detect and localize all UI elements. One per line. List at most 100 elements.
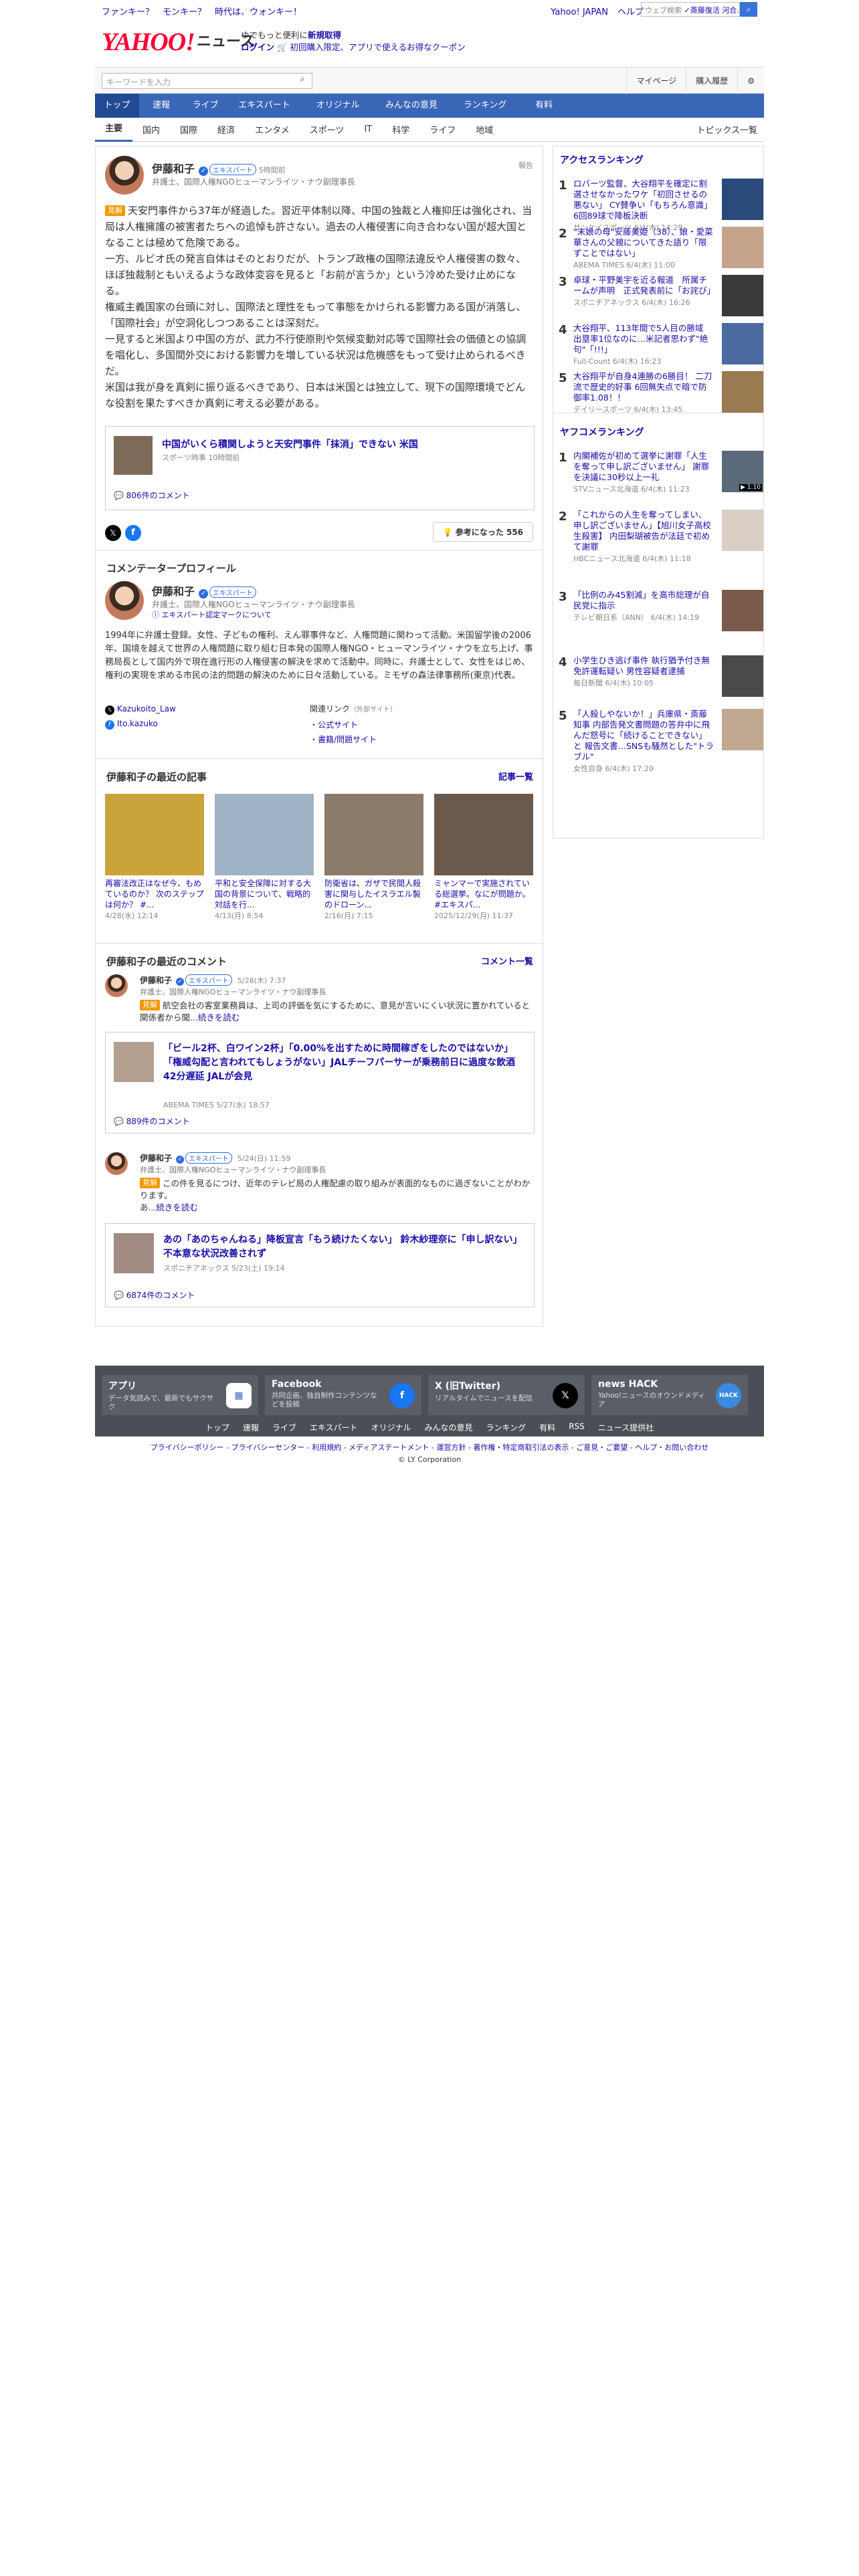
tab-paid[interactable]: 有料 — [522, 94, 566, 118]
linked-article[interactable]: 中国がいくら積関しようと天安門事件「抹消」できない 米国 スポーツ時事 10時間… — [105, 426, 535, 510]
comment-author[interactable]: 伊藤和子 — [140, 1154, 172, 1163]
footer-newshack-link[interactable]: news HACK Yahoo!ニュースのオウンドメディア HACK — [591, 1375, 748, 1415]
footer-app-link[interactable]: アプリ データ気読みで、最新でもサクサク ▦ — [102, 1375, 258, 1415]
subnav-world[interactable]: 国際 — [170, 123, 207, 136]
helpful-button[interactable]: 💡 参考になった 556 — [432, 522, 533, 542]
recent-article-title[interactable]: ミャンマーで実施されている総選挙。なにが問題か。 #エキスパ... — [434, 878, 533, 910]
help-link[interactable]: ヘルプ — [617, 7, 644, 17]
topics-list-link[interactable]: トピックス一覧 — [696, 123, 757, 136]
subnav-local[interactable]: 地域 — [466, 123, 503, 136]
official-site-link[interactable]: 公式サイト — [318, 720, 358, 730]
recent-article-title[interactable]: 平和と安全保障に対する大国の背景について、戦略的対話を行... — [215, 878, 314, 910]
ranking-item[interactable]: 3 卓球・平野美宇を近る報道 所属チームが声明 正式発表前に「お詫び」 スポニチアネ… — [553, 270, 763, 318]
footer-link[interactable]: エキスパート — [310, 1422, 358, 1433]
tab-opinions[interactable]: みんなの意見 — [375, 94, 448, 118]
mypage-link[interactable]: マイページ — [626, 68, 686, 94]
comment-count-link[interactable]: 💬 6874件のコメント — [114, 1289, 195, 1301]
subnav-main[interactable]: 主要 — [95, 118, 133, 142]
signup-link[interactable]: 新規取得 — [308, 30, 341, 40]
ranking-item[interactable]: 2 "末娘の母"安藤美姫（38）、娘・愛菜華さんの父親についてきた語り「限ずことで… — [553, 221, 763, 270]
author-name[interactable]: 伊藤和子 — [152, 163, 195, 175]
subnav-life[interactable]: ライフ — [419, 123, 466, 136]
profile-role: 弁護士、国際人権NGOヒューマンライツ・ナウ副理事長 — [152, 600, 355, 609]
ranking-item[interactable]: 5 「人殺しやないか！」兵庫県・斎藤知事 内部告発文書問題の答弁中に飛んだ怒号に「… — [553, 704, 763, 777]
tab-breaking[interactable]: 速報 — [139, 94, 183, 118]
recent-article-card[interactable]: 防衛省は、ガザで民間人殺害に関与したイスラエル製のドローン... 2/16(月) … — [324, 794, 423, 921]
footer-link[interactable]: 速報 — [243, 1422, 259, 1433]
recent-articles-heading: 伊藤和子の最近の記事 — [106, 771, 207, 783]
comment-list-link[interactable]: コメント一覧 — [481, 954, 533, 967]
footer-facebook-link[interactable]: Facebook 共同企画、独自制作コンテンツなどを投稿 f — [265, 1375, 421, 1415]
subnav-sports[interactable]: スポーツ — [300, 123, 355, 136]
recent-article-title[interactable]: 再審法改正はなぜ今、もめているのか？ 次のステップは何か？ #... — [105, 878, 204, 910]
comment-author[interactable]: 伊藤和子 — [140, 976, 172, 985]
footer-link[interactable]: ライブ — [272, 1422, 296, 1433]
ranking-item[interactable]: 4 小学生ひき逃げ事件 執行猶予付き無免許運転疑い 男性容疑者逮捕 毎日新聞 6/4… — [553, 650, 763, 704]
gear-icon[interactable]: ⚙ — [737, 68, 764, 94]
tab-original[interactable]: オリジナル — [301, 94, 375, 118]
facebook-profile-link[interactable]: f Ito.kazuko — [105, 716, 176, 731]
footer-link[interactable]: オリジナル — [371, 1422, 411, 1433]
search-icon[interactable]: ⌕ — [294, 74, 310, 88]
x-profile-link[interactable]: 𝕏 Kazukoito_Law — [105, 702, 176, 716]
subnav-entertainment[interactable]: エンタメ — [245, 123, 300, 136]
x-share-icon[interactable]: 𝕏 — [105, 525, 121, 541]
footer-link[interactable]: トップ — [205, 1422, 229, 1433]
read-more-link[interactable]: 続きを読む — [198, 1012, 240, 1023]
subnav-economy[interactable]: 経済 — [207, 123, 245, 136]
ranking-item[interactable]: 2 「これからの人生を奪ってしまい、申し訳ございません」【旭川女子高校生殺害】 内… — [553, 504, 763, 584]
footer-x-link[interactable]: X (旧Twitter) リアルタイムでニュースを配信 𝕏 — [428, 1375, 585, 1415]
comment-date: 5/24(日) 11:59 — [237, 1154, 291, 1163]
ranking-item[interactable]: 1 内閣補佐が初めて選挙に謝罪「人生を奪って申し訳ございません」 謝罪を決議に30… — [553, 445, 763, 504]
linked-article-title[interactable]: 中国がいくら積関しようと天安門事件「抹消」できない 米国 — [162, 437, 418, 451]
yahoo-news-logo[interactable]: YAHOO! ニュース — [102, 27, 255, 57]
subnav-science[interactable]: 科学 — [382, 123, 419, 136]
web-search-button[interactable]: ⌕ — [740, 2, 757, 17]
tab-ranking[interactable]: ランキング — [448, 94, 522, 118]
books-site-link[interactable]: 書籍/問題サイト — [318, 735, 377, 744]
footer-link[interactable]: ニュース提供社 — [598, 1422, 654, 1433]
recent-article-card[interactable]: ミャンマーで実施されている総選挙。なにが問題か。 #エキスパ... 2025/12… — [434, 794, 533, 921]
comment-article-box[interactable]: 「ビール2杯、白ワイン2杯」「0.00%を出すために時間稼ぎをしたのではないか」… — [105, 1032, 535, 1134]
yahoo-japan-link[interactable]: Yahoo! JAPAN — [551, 7, 608, 17]
profile-avatar[interactable] — [105, 581, 144, 620]
footer-link[interactable]: みんなの意見 — [425, 1422, 473, 1433]
ranking-item[interactable]: 5 大谷翔平が自身4連勝の6勝目！ 二刀流で歴史的好事 6回無失点で暗で防御率1.… — [553, 366, 763, 414]
verified-icon: ✓ — [199, 167, 209, 176]
comment-article-title[interactable]: 「ビール2杯、白ワイン2杯」「0.00%を出すために時間稼ぎをしたのではないか」… — [163, 1042, 524, 1084]
ranking-item[interactable]: 3 「比例のみ45割減」を高市総理が自民党に指示 テレビ朝日系（ANN） 6/4(木… — [553, 584, 763, 650]
tab-live[interactable]: ライブ — [183, 94, 227, 118]
expert-mark-link[interactable]: ⓘ エキスパート認定マークについて — [152, 609, 272, 620]
report-link[interactable]: 報告 — [518, 160, 533, 171]
comment-count-link[interactable]: 💬 889件のコメント — [114, 1115, 190, 1127]
subnav-domestic[interactable]: 国内 — [132, 123, 170, 136]
recent-article-card[interactable]: 再審法改正はなぜ今、もめているのか？ 次のステップは何か？ #... 4/28(水… — [105, 794, 204, 921]
ranking-item[interactable]: 4 大谷翔平、113年間で5人目の勝域 出塁率1位なのに…米記者思わず"絶句"「!… — [553, 318, 763, 366]
ranking-item[interactable]: 1 ロバーツ監督、大谷翔平を確定に割選させなかったワケ「初回させるの悪ない」 CY… — [553, 173, 763, 232]
tab-top[interactable]: トップ — [95, 94, 139, 118]
keyword-input[interactable]: キーワードを入力 ⌕ — [102, 73, 312, 89]
footer-link[interactable]: 有料 — [539, 1422, 555, 1433]
login-link[interactable]: ログイン — [241, 42, 274, 52]
comment-article-box[interactable]: あの「あのちゃんねる」降板宣言「もう続けたくない」 鈴木紗理奈に「申し訳ない」不… — [105, 1223, 535, 1307]
coupon-link[interactable]: 🛒 初回購入限定、アプリで使えるお得なクーポン — [277, 42, 466, 52]
recent-article-card[interactable]: 平和と安全保障に対する大国の背景について、戦略的対話を行... 4/13(月) 8… — [215, 794, 314, 921]
recent-article-title[interactable]: 防衛省は、ガザで民間人殺害に関与したイスラエル製のドローン... — [324, 878, 423, 910]
promo-link[interactable]: ファンキー？ モンキー？ 時代は、ウォンキー！ — [102, 5, 302, 17]
tab-expert[interactable]: エキスパート — [227, 94, 301, 118]
profile-name[interactable]: 伊藤和子 — [152, 585, 195, 598]
footer-link[interactable]: ランキング — [486, 1422, 527, 1433]
comment-article-title[interactable]: あの「あのちゃんねる」降板宣言「もう続けたくない」 鈴木紗理奈に「申し訳ない」不… — [163, 1233, 524, 1261]
comment-count-link[interactable]: 💬 806件のコメント — [114, 490, 190, 501]
subnav-it[interactable]: IT — [354, 124, 382, 134]
purchase-history-link[interactable]: 購入履歴 — [686, 68, 737, 94]
web-search-input[interactable]: ウェブ検索 ✓斎藤復活 河合... — [641, 2, 740, 17]
ranking-thumbnail — [722, 227, 763, 268]
facebook-share-icon[interactable]: f — [125, 525, 141, 541]
footer-link[interactable]: RSS — [569, 1422, 585, 1433]
read-more-link[interactable]: 続きを読む — [156, 1202, 198, 1212]
avatar[interactable] — [105, 156, 144, 195]
article-list-link[interactable]: 記事一覧 — [498, 770, 533, 782]
share-buttons: 𝕏 f — [105, 525, 141, 541]
legal-links[interactable]: プライバシーポリシー - プライバシーセンター - 利用規約 - メディアステー… — [95, 1442, 764, 1454]
